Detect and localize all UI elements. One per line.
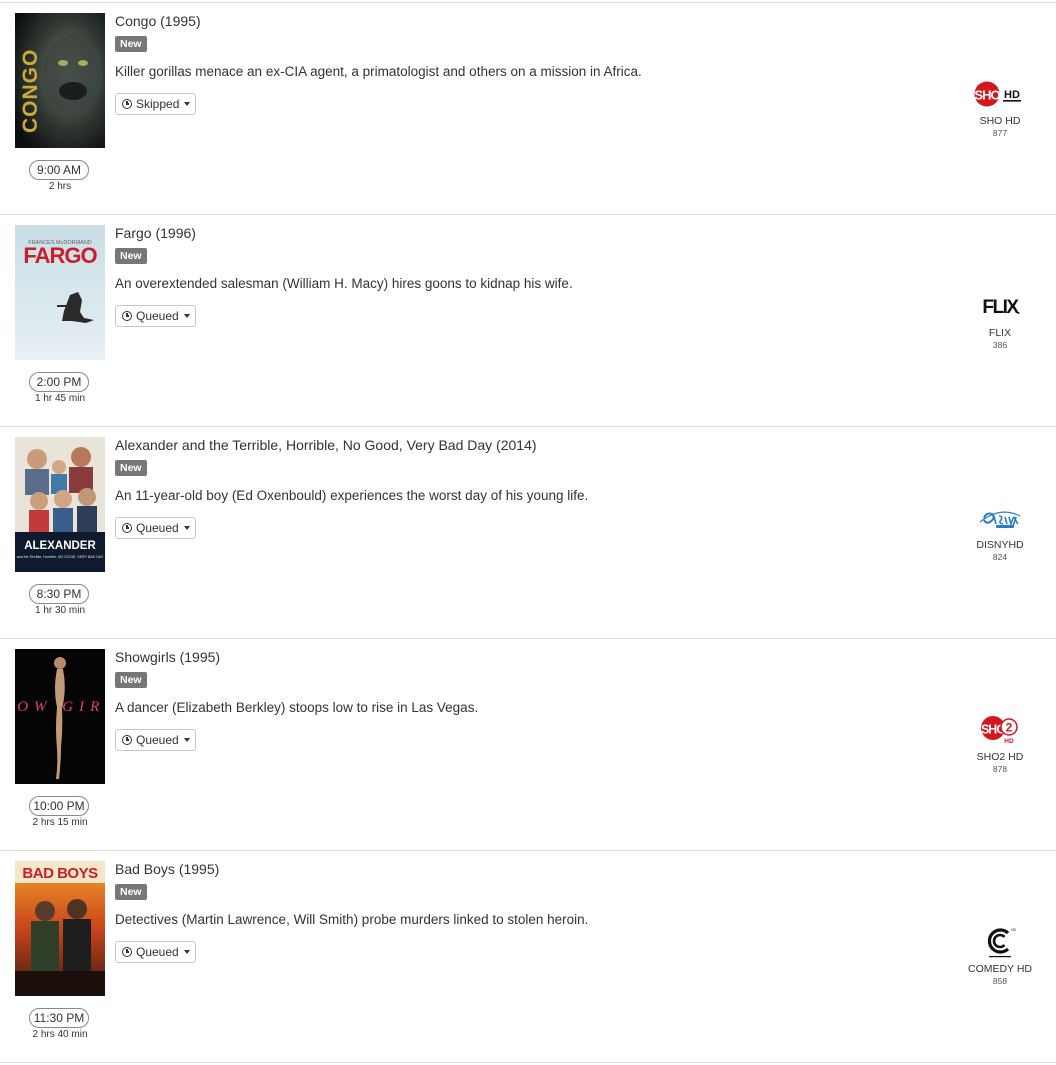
channel-number: 878 [992,764,1008,774]
svg-text:SHO: SHO [974,88,1000,103]
new-badge: New [115,248,147,264]
program-description: An 11-year-old boy (Ed Oxenbould) experi… [115,488,589,503]
clock-icon [122,311,132,321]
sho2-hd-logo: SHO 2 HD [960,715,1040,745]
duration-label: 2 hrs [48,181,72,192]
airtime-pill[interactable]: 10:00 PM [29,796,89,816]
program-description: Detectives (Martin Lawrence, Will Smith)… [115,912,589,927]
program-description: A dancer (Elizabeth Berkley) stoops low … [115,700,479,715]
channel-info[interactable]: DISNYHD 824 [960,503,1040,563]
channel-info[interactable]: SHO 2 HD SHO2 HD 878 [960,715,1040,775]
status-label: Queued [136,733,179,747]
svg-text:2: 2 [1006,721,1013,735]
duration-label: 1 hr 30 min [34,605,86,616]
program-title[interactable]: Showgirls (1995) [115,649,220,665]
poster-image[interactable]: CONGO [15,13,105,148]
caret-down-icon [183,950,190,954]
airtime-pill[interactable]: 2:00 PM [29,372,89,392]
status-dropdown[interactable]: Skipped [115,93,197,115]
program-description: Killer gorillas menace an ex-CIA agent, … [115,64,642,79]
poster-text: ALEXANDER [24,540,96,552]
channel-name: COMEDY HD [968,963,1032,975]
program-title[interactable]: Congo (1995) [115,13,201,29]
status-label: Skipped [136,97,180,111]
channel-number: 877 [992,128,1008,138]
channel-number: 386 [992,340,1008,350]
listing-row: CONGO 9:00 AM 2 hrs Congo (1995) New Kil… [0,3,1056,215]
clock-icon [122,99,132,109]
status-label: Queued [136,945,179,959]
poster-image[interactable]: FRANCES McDORMAND FARGO [15,225,105,360]
status-dropdown[interactable]: Queued [115,729,196,751]
program-title[interactable]: Alexander and the Terrible, Horrible, No… [115,437,537,453]
program-title[interactable]: Bad Boys (1995) [115,861,219,877]
channel-number: 858 [992,976,1008,986]
status-label: Queued [136,309,179,323]
program-description: An overextended salesman (William H. Mac… [115,276,573,291]
flix-logo: FLIX [960,291,1040,321]
status-dropdown[interactable]: Queued [115,517,196,539]
duration-label: 1 hr 45 min [34,393,86,404]
channel-name: SHO HD [979,115,1021,127]
status-label: Queued [136,521,179,535]
caret-down-icon [183,526,190,530]
program-title[interactable]: Fargo (1996) [115,225,196,241]
poster-image[interactable]: SHOW GIRLS [15,649,105,784]
duration-label: 2 hrs 40 min [32,1029,88,1040]
status-dropdown[interactable]: Queued [115,941,196,963]
duration-label: 2 hrs 15 min [32,817,88,828]
airtime-pill[interactable]: 9:00 AM [29,160,89,180]
channel-name: SHO2 HD [976,751,1024,763]
poster-text: FARGO [23,243,97,268]
listing-row: FRANCES McDORMAND FARGO 2:00 PM 1 hr 45 … [0,215,1056,427]
new-badge: New [115,460,147,476]
channel-name: FLIX [988,327,1012,339]
poster-text: BAD BOYS [22,865,98,882]
caret-down-icon [183,314,190,318]
channel-info[interactable]: HD COMEDY HD 858 [960,927,1040,987]
channel-info[interactable]: FLIX FLIX 386 [960,291,1040,351]
airtime-pill[interactable]: 8:30 PM [29,584,89,604]
airtime-pill[interactable]: 11:30 PM [29,1008,89,1028]
clock-icon [122,523,132,533]
caret-down-icon [183,738,190,742]
new-badge: New [115,884,147,900]
caret-down-icon [184,102,191,106]
comedy-central-logo: HD [960,927,1040,958]
svg-text:FLIX: FLIX [982,297,1019,318]
poster-subtext: and the Terrible, Horrible, NO GOOD, VER… [17,555,104,559]
channel-info[interactable]: SHO HD SHO HD 877 [960,79,1040,139]
clock-icon [122,947,132,957]
svg-text:HD: HD [1004,89,1020,101]
channel-number: 824 [992,552,1008,562]
svg-text:HD: HD [1011,928,1017,932]
listing-row: ALEXANDER and the Terrible, Horrible, NO… [0,427,1056,639]
schedule-list: CONGO 9:00 AM 2 hrs Congo (1995) New Kil… [0,2,1056,1063]
new-badge: New [115,672,147,688]
sho-hd-logo: SHO HD [960,79,1040,109]
listing-row: SHOW GIRLS 10:00 PM 2 hrs 15 min Showgir… [0,639,1056,851]
poster-text: CONGO [19,49,42,133]
channel-name: DISNYHD [976,539,1024,551]
new-badge: New [115,36,147,52]
status-dropdown[interactable]: Queued [115,305,196,327]
svg-text:HD: HD [1004,738,1014,745]
poster-image[interactable]: BAD BOYS [15,861,105,996]
poster-text: SHOW GIRLS [15,699,105,715]
disney-channel-logo [960,503,1040,533]
listing-row: BAD BOYS 11:30 PM 2 hrs 40 min Bad Boys … [0,851,1056,1063]
poster-image[interactable]: ALEXANDER and the Terrible, Horrible, NO… [15,437,105,572]
clock-icon [122,735,132,745]
